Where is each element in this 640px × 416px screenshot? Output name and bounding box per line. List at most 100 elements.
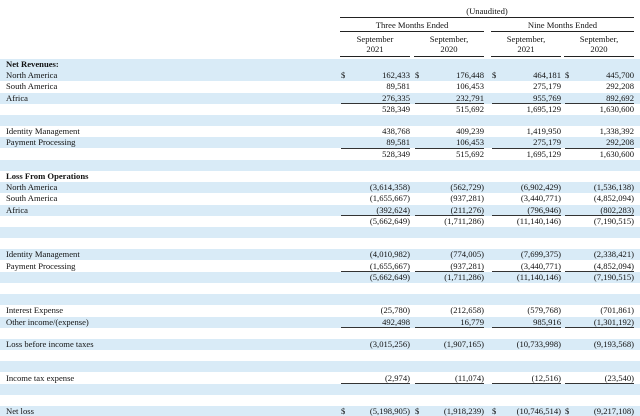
cell-value: (11,074) [454,372,484,383]
cell-value: 292,208 [606,81,634,92]
row-label: Net Revenues: [6,59,59,69]
col-header-2: September, 2020 [429,34,469,54]
cell-value: 1,630,600 [599,103,634,114]
three-months-rule [340,31,484,32]
row-blank: 528,349 515,692 1,695,129 1,630,600 [0,149,640,160]
cell-value: 176,448 [456,70,484,81]
cell-value: (3,614,358) [369,182,410,193]
cell-value: 955,769 [533,92,561,103]
cell-value: (1,711,286) [444,271,484,282]
row-blank [0,294,640,306]
cell-value: (1,711,286) [444,215,484,226]
col-header-rule-1 [340,56,410,57]
cell-value: 89,581 [386,81,410,92]
cell-value: 16,779 [460,316,484,327]
row-blank [0,383,640,395]
row-payment-processing: Payment Processing (1,655,667) (937,281) (3… [0,260,640,273]
row-label: North America [6,182,58,193]
unaudited-label: (Unaudited) [466,6,508,16]
cell-value: (796,946) [527,204,561,215]
cell-value: 438,768 [382,126,410,137]
three-months-header: Three Months Ended [375,20,449,30]
row-south-america: South America (1,655,667) (937,281) (3,440,… [0,193,640,204]
cell-value: (5,662,649) [369,271,410,282]
row-label: North America [6,70,58,81]
cell-value: 528,349 [382,103,410,114]
cell-value: (3,440,771) [520,193,561,204]
row-blank: 528,349 515,692 1,695,129 1,630,600 [0,104,640,115]
row-payment-processing: Payment Processing 89,581 106,453 275,179 29… [0,137,640,149]
row-blank [0,115,640,126]
cell-value: (2,338,421) [593,249,634,260]
dollar-sign: $ [565,70,570,81]
cell-value: 89,581 [386,137,410,148]
cell-value: (579,768) [527,305,561,316]
cell-value: (392,624) [376,204,410,215]
row-loss-before-income-taxes: Loss before income taxes (3,015,256) (1,90… [0,339,640,350]
cell-value: (4,852,094) [593,193,634,204]
cell-value: 276,335 [382,92,410,103]
row-interest-expense: Interest Expense (25,780) (212,658) (579,76… [0,305,640,316]
row-identity-management: Identity Management 438,768 409,239 1,419,9… [0,126,640,137]
cell-value: (774,005) [450,249,484,260]
cell-value: 292,208 [606,137,634,148]
cell-value: (2,974) [384,372,410,383]
col-header-1: September 2021 [356,34,394,54]
cell-value: (1,655,667) [369,260,410,271]
row-blank: (5,662,649) (1,711,286) (11,140,146) (7,190… [0,271,640,283]
dollar-sign: $ [341,70,346,81]
cell-value: 464,181 [533,70,561,81]
row-other-income-expense: Other income/(expense) 492,498 16,779 985,9… [0,316,640,329]
row-africa: Africa (392,624) (211,276) (796,946) (802,28… [0,204,640,217]
cell-value: (23,540) [604,372,634,383]
financial-statement: (Unaudited) Three Months Ended Nine Mont… [0,0,640,416]
cell-value: (701,861) [600,305,634,316]
cell-value: (7,699,375) [520,249,561,260]
cell-value: (12,516) [531,372,561,383]
cell-value: (3,440,771) [520,260,561,271]
row-label: Loss before income taxes [6,339,94,349]
cell-value: 528,349 [382,148,410,159]
row-net-loss: Net loss $ (5,198,905) $ (1,918,239) $ (10,746… [0,406,640,416]
row-blank [0,227,640,238]
cell-value: (5,198,905) [369,406,410,416]
cell-value: (1,907,165) [443,339,484,349]
row-label: Payment Processing [6,137,76,148]
cell-value: 275,179 [533,137,561,148]
row-blank [0,159,640,171]
row-label: Africa [6,92,28,103]
row-label: Payment Processing [6,260,76,271]
row-north-america: North America $162,433 $176,448 $464,181 $44… [0,70,640,82]
cell-value: (6,902,429) [520,182,561,193]
cell-value: (562,729) [450,182,484,193]
col-header-4: September, 2020 [579,34,619,54]
row-label: Interest Expense [6,305,64,316]
cell-value: 162,433 [382,70,410,81]
dollar-sign: $ [492,406,497,416]
cell-value: 106,453 [456,137,484,148]
col-header-rule-2 [414,56,484,57]
cell-value: 1,630,600 [599,148,634,159]
row-income-tax-expense: Income tax expense (2,974) (11,074) (12,516… [0,372,640,385]
cell-value: 985,916 [533,316,561,327]
row-blank [0,350,640,361]
cell-value: 275,179 [533,81,561,92]
dollar-sign: $ [565,406,570,416]
row-blank [0,283,640,294]
row-label: Loss From Operations [6,171,89,181]
cell-value: 445,700 [606,70,634,81]
cell-value: (212,658) [450,305,484,316]
nine-months-rule [491,31,634,32]
cell-value: (802,283) [600,204,634,215]
col-header-rule-4 [564,56,634,57]
row-africa: Africa 276,335 232,791 955,769 892,692 [0,92,640,105]
row-south-america: South America 89,581 106,453 275,179 292,208 [0,81,640,92]
row-north-america: North America (3,614,358) (562,729) (6,902,… [0,182,640,194]
cell-value: 1,695,129 [526,103,561,114]
cell-value: (1,536,138) [593,182,634,193]
dollar-sign: $ [341,406,346,416]
col-header-rule-3 [491,56,561,57]
row-blank [0,361,640,373]
cell-value: 515,692 [456,148,484,159]
cell-value: (3,015,256) [369,339,410,349]
